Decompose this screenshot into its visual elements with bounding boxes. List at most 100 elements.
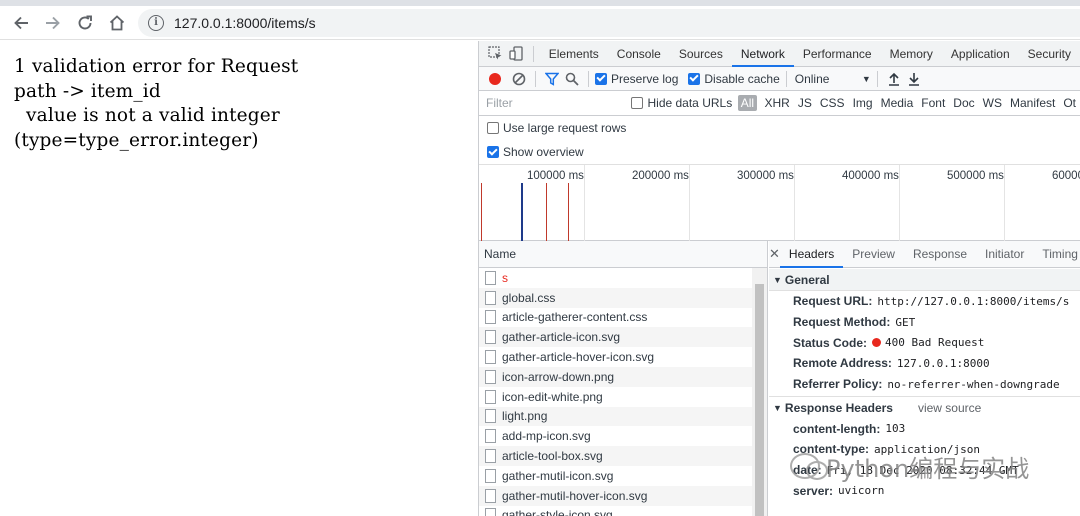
- throttling-select[interactable]: Online ▼: [793, 72, 871, 86]
- record-icon[interactable]: [489, 72, 501, 85]
- tab-headers[interactable]: Headers: [779, 241, 844, 268]
- request-row[interactable]: s: [479, 268, 767, 288]
- request-row[interactable]: gather-mutil-hover-icon.svg: [479, 485, 767, 506]
- timeline-tick-label: 300000 ms: [737, 170, 794, 182]
- home-icon: [109, 14, 125, 30]
- large-rows-checkbox[interactable]: Use large request rows: [487, 121, 626, 135]
- tab-network[interactable]: Network: [731, 41, 794, 67]
- header-key: Referrer Policy:: [793, 377, 883, 392]
- filter-type-all[interactable]: All: [737, 95, 758, 111]
- request-name: icon-edit-white.png: [502, 389, 603, 404]
- request-row[interactable]: add-mp-icon.svg: [479, 426, 767, 446]
- filter-toggle-button[interactable]: [542, 69, 562, 89]
- tab-initiator[interactable]: Initiator: [976, 241, 1033, 268]
- show-overview-checkbox[interactable]: Show overview: [487, 145, 584, 159]
- filter-type-ws[interactable]: WS: [979, 96, 1006, 110]
- clear-button[interactable]: [509, 69, 529, 89]
- tab-timing[interactable]: Timing: [1033, 241, 1080, 268]
- inspect-cursor-icon: [488, 46, 502, 60]
- filter-type-css[interactable]: CSS: [816, 96, 849, 110]
- disable-cache-checkbox[interactable]: Disable cache: [688, 72, 780, 86]
- request-row[interactable]: article-tool-box.svg: [479, 446, 767, 466]
- reload-icon: [78, 15, 92, 29]
- tab-application[interactable]: Application: [942, 41, 1019, 67]
- general-row: Remote Address: 127.0.0.1:8000: [769, 353, 1080, 374]
- response-headers-title: Response Headers: [784, 400, 893, 415]
- filter-input[interactable]: Filter: [483, 94, 622, 112]
- tab-memory[interactable]: Memory: [881, 41, 942, 67]
- request-name: light.png: [502, 409, 548, 424]
- devtools-panel: Elements Console Sources Network Perform…: [478, 41, 1080, 516]
- request-row[interactable]: article-gatherer-content.css: [479, 308, 767, 328]
- response-headers-section-header[interactable]: ▼ Response Headers view source: [769, 396, 1080, 418]
- request-row[interactable]: gather-article-icon.svg: [479, 327, 767, 348]
- checkbox-checked-icon[interactable]: [595, 72, 607, 85]
- import-har-button[interactable]: [884, 69, 904, 89]
- filter-type-media[interactable]: Media: [877, 96, 918, 110]
- checkbox-unchecked-icon[interactable]: [631, 97, 644, 109]
- preserve-log-checkbox[interactable]: Preserve log: [595, 72, 678, 86]
- tab-preview[interactable]: Preview: [843, 241, 904, 268]
- throttling-value: Online: [794, 71, 830, 86]
- request-row[interactable]: gather-mutil-icon.svg: [479, 466, 767, 486]
- view-source-link[interactable]: view source: [918, 401, 981, 415]
- checkbox-unchecked-icon[interactable]: [487, 122, 499, 134]
- network-overview[interactable]: 100000 ms 200000 ms 300000 ms 400000 ms …: [479, 164, 1080, 242]
- back-button[interactable]: [6, 8, 36, 38]
- tab-response[interactable]: Response: [904, 241, 976, 268]
- tab-elements[interactable]: Elements: [540, 41, 608, 67]
- device-icon: [509, 46, 523, 61]
- request-row[interactable]: icon-edit-white.png: [479, 387, 767, 407]
- request-row[interactable]: gather-style-icon.svg: [479, 506, 767, 516]
- inspect-element-button[interactable]: [485, 43, 506, 65]
- timeline-gridline: [689, 165, 690, 242]
- request-row[interactable]: icon-arrow-down.png: [479, 366, 767, 387]
- caret-down-icon: ▼: [861, 73, 871, 84]
- reload-button[interactable]: [70, 8, 100, 38]
- request-row[interactable]: gather-article-hover-icon.svg: [479, 347, 767, 367]
- filter-type-js[interactable]: JS: [794, 96, 816, 110]
- url-text[interactable]: 127.0.0.1:8000/items/s: [174, 15, 316, 31]
- checkbox-checked-icon[interactable]: [487, 146, 499, 158]
- request-row[interactable]: light.png: [479, 406, 767, 427]
- close-icon[interactable]: ✕: [769, 246, 780, 262]
- checkbox-checked-icon[interactable]: [688, 72, 701, 85]
- show-overview-option[interactable]: Show overview: [479, 140, 1080, 164]
- filter-type-img[interactable]: Img: [849, 96, 877, 110]
- request-name: global.css: [502, 290, 556, 305]
- timeline-gridline: [584, 165, 585, 242]
- filter-type-xhr[interactable]: XHR: [761, 96, 794, 110]
- forward-button[interactable]: [38, 8, 68, 38]
- request-list-scrollbar[interactable]: [752, 268, 767, 516]
- tab-console[interactable]: Console: [608, 41, 670, 67]
- omnibox[interactable]: i 127.0.0.1:8000/items/s: [138, 8, 1080, 37]
- header-value: 103: [885, 422, 906, 436]
- scrollbar-thumb[interactable]: [755, 284, 764, 516]
- export-har-button[interactable]: [904, 69, 924, 89]
- general-section-header[interactable]: ▼ General: [769, 269, 1080, 291]
- name-column-header[interactable]: Name: [479, 241, 767, 268]
- header-key: Status Code:: [793, 335, 868, 350]
- file-icon: [485, 310, 496, 325]
- separator: [588, 70, 589, 87]
- filter-type-manifest[interactable]: Manifest: [1006, 96, 1059, 110]
- filter-type-doc[interactable]: Doc: [949, 96, 978, 110]
- device-toggle-button[interactable]: [506, 43, 527, 65]
- show-overview-label: Show overview: [503, 145, 584, 159]
- tab-performance[interactable]: Performance: [794, 41, 881, 67]
- hide-data-urls-checkbox[interactable]: Hide data URLs: [631, 96, 732, 110]
- header-value: GET: [895, 315, 916, 329]
- timeline-gridline: [794, 165, 795, 242]
- filter-type-font[interactable]: Font: [917, 96, 949, 110]
- filter-type-other[interactable]: Ot: [1059, 96, 1080, 110]
- large-rows-option[interactable]: Use large request rows: [479, 116, 1080, 140]
- search-button[interactable]: [562, 69, 582, 89]
- info-icon[interactable]: i: [148, 14, 164, 31]
- status-code-text: 400 Bad Request: [885, 336, 985, 350]
- home-button[interactable]: [102, 8, 132, 38]
- request-row[interactable]: global.css: [479, 287, 767, 308]
- tab-security[interactable]: Security: [1019, 41, 1080, 67]
- address-bar: i 127.0.0.1:8000/items/s: [0, 6, 1080, 40]
- tab-sources[interactable]: Sources: [670, 41, 732, 67]
- request-name: gather-mutil-icon.svg: [502, 468, 614, 483]
